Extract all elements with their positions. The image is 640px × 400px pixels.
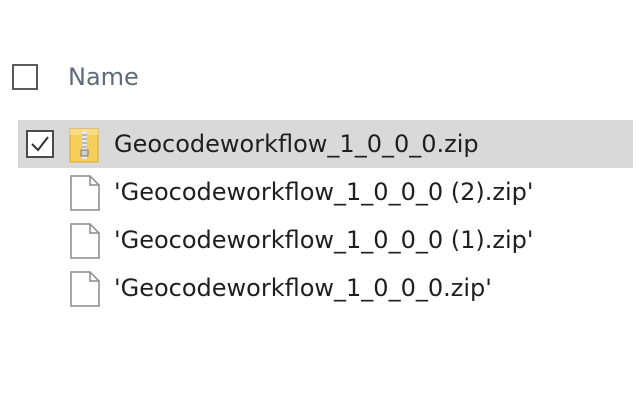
select-all-checkbox[interactable]: [12, 64, 38, 90]
column-header-row: Name: [0, 52, 640, 102]
zip-folder-icon: [69, 128, 99, 163]
file-row-0[interactable]: Geocodeworkflow_1_0_0_0.zip: [0, 120, 640, 168]
file-name[interactable]: Geocodeworkflow_1_0_0_0.zip: [114, 128, 479, 160]
name-column-header[interactable]: Name: [68, 62, 139, 92]
blank-file-icon: [70, 271, 100, 307]
blank-file-icon: [70, 175, 100, 211]
file-name[interactable]: 'Geocodeworkflow_1_0_0_0 (1).zip': [114, 224, 533, 256]
file-name[interactable]: 'Geocodeworkflow_1_0_0_0.zip': [114, 272, 492, 304]
file-row-1[interactable]: 'Geocodeworkflow_1_0_0_0 (2).zip': [0, 168, 640, 216]
row-checkbox-checked[interactable]: [26, 130, 54, 158]
checkmark-icon: [31, 136, 49, 152]
file-row-3[interactable]: 'Geocodeworkflow_1_0_0_0.zip': [0, 264, 640, 312]
file-explorer-pane: Name Geocodeworkflow_1_0_0_0.zip 'Geocod…: [0, 0, 640, 400]
file-list: Geocodeworkflow_1_0_0_0.zip 'Geocodework…: [0, 120, 640, 312]
blank-file-icon: [70, 223, 100, 259]
file-name[interactable]: 'Geocodeworkflow_1_0_0_0 (2).zip': [114, 176, 533, 208]
file-row-2[interactable]: 'Geocodeworkflow_1_0_0_0 (1).zip': [0, 216, 640, 264]
